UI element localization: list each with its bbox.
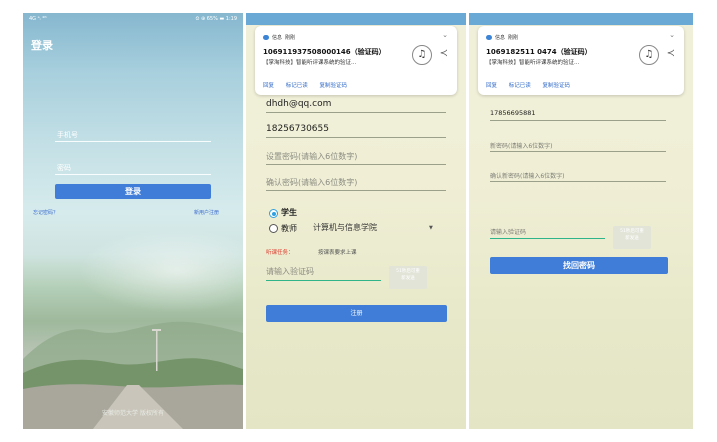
register-link[interactable]: 新用户注册 xyxy=(194,209,219,216)
top-bar xyxy=(469,13,693,25)
chevron-down-icon[interactable]: ⌄ xyxy=(669,31,675,39)
student-label: 学生 xyxy=(281,208,297,217)
status-bar: 4G ᵃᵢ ⁴ᴳ ⏲ ⊕ 65% ▬ 1:19 xyxy=(23,13,243,25)
share-icon[interactable]: ≺ xyxy=(440,48,448,59)
resend-line-2: 新发送 xyxy=(625,236,639,241)
notification-time: 刚刚 xyxy=(285,35,296,41)
signal-status: 4G ᵃᵢ ⁴ᴳ xyxy=(29,16,47,22)
resend-line-1: 51秒后可重 xyxy=(620,229,644,234)
notification-time: 刚刚 xyxy=(508,35,519,41)
notification-app: 信息 xyxy=(272,35,283,41)
college-select[interactable]: 计算机与信息学院 xyxy=(313,222,377,233)
share-icon[interactable]: ≺ xyxy=(667,48,675,59)
task-value: 按课表要求上课 xyxy=(318,250,357,256)
teacher-label: 教师 xyxy=(281,224,297,233)
message-icon xyxy=(486,35,492,40)
code-input[interactable]: 请输入验证码 xyxy=(490,227,526,236)
code-underline xyxy=(266,280,381,281)
notification-sender: 1069182511 0474（验证码） xyxy=(486,48,592,56)
bell-icon[interactable]: ♫ xyxy=(639,45,659,65)
task-label: 听课任务： xyxy=(266,250,294,256)
resend-code-button[interactable]: 51秒后可重 新发送 xyxy=(613,226,651,249)
password-underline xyxy=(266,164,446,165)
phone-field[interactable]: 18256730655 xyxy=(266,124,329,134)
phone-underline xyxy=(266,137,446,138)
sms-notification[interactable]: 信息 刚刚 ⌄ 1069182511 0474（验证码） 【掌淘科技】智能听评课… xyxy=(478,26,684,95)
retrieve-password-button[interactable]: 找回密码 xyxy=(490,257,668,274)
email-underline xyxy=(266,112,446,113)
phone-field[interactable]: 17856695881 xyxy=(490,109,536,117)
copy-code-action[interactable]: 复制验证码 xyxy=(320,83,348,89)
code-input[interactable]: 请输入验证码 xyxy=(266,266,314,277)
notification-header: 信息 刚刚 xyxy=(486,34,518,41)
phone-underline xyxy=(490,120,666,121)
notification-app: 信息 xyxy=(495,35,506,41)
copyright-footer: 安徽师范大学 版权所有 xyxy=(102,410,164,417)
resend-line-2: 新发送 xyxy=(401,276,415,281)
copy-code-action[interactable]: 复制验证码 xyxy=(543,83,571,89)
notification-sender: 106911937508000146（验证码） xyxy=(263,48,386,56)
resend-code-button[interactable]: 51秒后可重 新发送 xyxy=(389,266,427,289)
confirm-password-field[interactable]: 确认密码(请输入6位数字) xyxy=(266,177,357,188)
student-radio[interactable] xyxy=(269,209,278,218)
notification-header: 信息 刚刚 xyxy=(263,34,295,41)
page-title: 登录 xyxy=(31,39,53,52)
password-input[interactable]: 密码 xyxy=(57,163,71,173)
message-icon xyxy=(263,35,269,40)
login-screen: 4G ᵃᵢ ⁴ᴳ ⏲ ⊕ 65% ▬ 1:19 登录 手机号 密码 登录 忘记密… xyxy=(23,13,243,429)
notification-body: 【掌淘科技】智能听评课系统的验证... xyxy=(486,60,580,66)
code-underline xyxy=(490,238,605,239)
password-input-underline xyxy=(55,174,211,175)
notification-body: 【掌淘科技】智能听评课系统的验证... xyxy=(263,60,357,66)
chevron-down-icon[interactable]: ⌄ xyxy=(442,31,448,39)
phone-input[interactable]: 手机号 xyxy=(57,130,78,140)
mark-read-action[interactable]: 标记已读 xyxy=(286,83,308,89)
reply-action[interactable]: 回复 xyxy=(263,83,274,89)
forgot-password-link[interactable]: 忘记密码？ xyxy=(33,209,58,216)
top-bar xyxy=(246,13,466,25)
password-field[interactable]: 设置密码(请输入6位数字) xyxy=(266,151,357,162)
reply-action[interactable]: 回复 xyxy=(486,83,497,89)
mark-read-action[interactable]: 标记已读 xyxy=(509,83,531,89)
login-button[interactable]: 登录 xyxy=(55,184,211,199)
register-button[interactable]: 注册 xyxy=(266,305,447,322)
email-field[interactable]: dhdh@qq.com xyxy=(266,99,331,109)
teacher-radio[interactable] xyxy=(269,224,278,233)
notification-actions: 回复 标记已读 复制验证码 xyxy=(263,81,357,89)
bell-icon[interactable]: ♫ xyxy=(412,45,432,65)
dropdown-arrow-icon[interactable]: ▼ xyxy=(429,225,433,231)
resend-line-1: 51秒后可重 xyxy=(396,269,420,274)
register-screen: 信息 刚刚 ⌄ 106911937508000146（验证码） 【掌淘科技】智能… xyxy=(246,13,466,429)
confirm-new-password-field[interactable]: 确认新密码(请输入6位数字) xyxy=(490,171,565,180)
confirm-new-password-underline xyxy=(490,181,666,182)
new-password-underline xyxy=(490,151,666,152)
phone-input-underline xyxy=(55,141,211,142)
sms-notification[interactable]: 信息 刚刚 ⌄ 106911937508000146（验证码） 【掌淘科技】智能… xyxy=(255,26,457,95)
notification-actions: 回复 标记已读 复制验证码 xyxy=(486,81,580,89)
battery-clock-status: ⏲ ⊕ 65% ▬ 1:19 xyxy=(195,16,237,22)
new-password-field[interactable]: 新密码(请输入6位数字) xyxy=(490,141,553,150)
confirm-password-underline xyxy=(266,190,446,191)
reset-password-screen: 信息 刚刚 ⌄ 1069182511 0474（验证码） 【掌淘科技】智能听评课… xyxy=(469,13,693,429)
